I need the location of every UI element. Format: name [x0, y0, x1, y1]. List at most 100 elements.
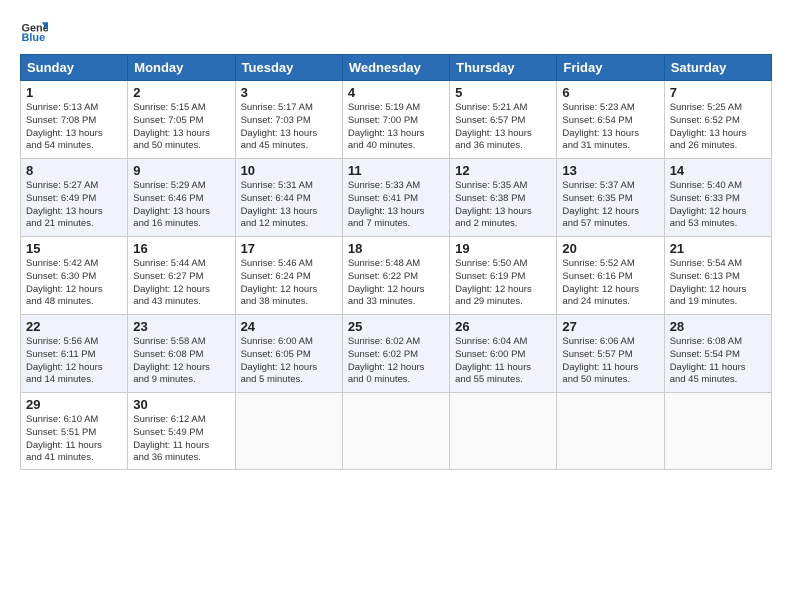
calendar-cell: 26Sunrise: 6:04 AMSunset: 6:00 PMDayligh… — [450, 315, 557, 393]
day-number: 29 — [26, 397, 122, 412]
day-info: Sunrise: 5:50 AMSunset: 6:19 PMDaylight:… — [455, 258, 532, 307]
calendar-cell: 14 Sunrise: 5:40 AMSunset: 6:33 PMDayligh… — [664, 159, 771, 237]
day-info: Sunrise: 5:40 AMSunset: 6:33 PMDaylight:… — [670, 180, 747, 229]
calendar-cell: 8Sunrise: 5:27 AMSunset: 6:49 PMDaylight… — [21, 159, 128, 237]
day-info: Sunrise: 6:12 AMSunset: 5:49 PMDaylight:… — [133, 414, 209, 463]
day-number: 4 — [348, 85, 444, 100]
logo: General Blue — [20, 16, 48, 44]
col-header-saturday: Saturday — [664, 55, 771, 81]
calendar-week-2: 8Sunrise: 5:27 AMSunset: 6:49 PMDaylight… — [21, 159, 772, 237]
day-info: Sunrise: 5:15 AMSunset: 7:05 PMDaylight:… — [133, 102, 210, 151]
calendar-week-3: 15 Sunrise: 5:42 AMSunset: 6:30 PMDayligh… — [21, 237, 772, 315]
calendar-cell: 13 Sunrise: 5:37 AMSunset: 6:35 PMDayligh… — [557, 159, 664, 237]
day-info: Sunrise: 5:19 AMSunset: 7:00 PMDaylight:… — [348, 102, 425, 151]
day-number: 19 — [455, 241, 551, 256]
calendar-cell: 10 Sunrise: 5:31 AMSunset: 6:44 PMDayligh… — [235, 159, 342, 237]
col-header-sunday: Sunday — [21, 55, 128, 81]
day-number: 25 — [348, 319, 444, 334]
calendar-cell: 17 Sunrise: 5:46 AMSunset: 6:24 PMDayligh… — [235, 237, 342, 315]
calendar-cell: 28 Sunrise: 6:08 AMSunset: 5:54 PMDayligh… — [664, 315, 771, 393]
day-info: Sunrise: 6:00 AMSunset: 6:05 PMDaylight:… — [241, 336, 318, 385]
day-info: Sunrise: 6:10 AMSunset: 5:51 PMDaylight:… — [26, 414, 102, 463]
day-info: Sunrise: 5:13 AMSunset: 7:08 PMDaylight:… — [26, 102, 103, 151]
svg-text:Blue: Blue — [22, 32, 46, 44]
calendar-cell: 7 Sunrise: 5:25 AMSunset: 6:52 PMDaylight… — [664, 81, 771, 159]
logo-icon: General Blue — [20, 16, 48, 44]
day-info: Sunrise: 5:42 AMSunset: 6:30 PMDaylight:… — [26, 258, 103, 307]
calendar-cell: 6 Sunrise: 5:23 AMSunset: 6:54 PMDaylight… — [557, 81, 664, 159]
day-info: Sunrise: 6:08 AMSunset: 5:54 PMDaylight:… — [670, 336, 746, 385]
day-info: Sunrise: 5:17 AMSunset: 7:03 PMDaylight:… — [241, 102, 318, 151]
calendar-table: SundayMondayTuesdayWednesdayThursdayFrid… — [20, 54, 772, 470]
day-number: 2 — [133, 85, 229, 100]
day-number: 16 — [133, 241, 229, 256]
calendar-cell: 22Sunrise: 5:56 AMSunset: 6:11 PMDayligh… — [21, 315, 128, 393]
day-number: 28 — [670, 319, 766, 334]
day-number: 13 — [562, 163, 658, 178]
day-info: Sunrise: 5:46 AMSunset: 6:24 PMDaylight:… — [241, 258, 318, 307]
calendar-cell: 18Sunrise: 5:48 AMSunset: 6:22 PMDayligh… — [342, 237, 449, 315]
calendar-cell: 16 Sunrise: 5:44 AMSunset: 6:27 PMDayligh… — [128, 237, 235, 315]
calendar-cell: 12 Sunrise: 5:35 AMSunset: 6:38 PMDayligh… — [450, 159, 557, 237]
day-info: Sunrise: 5:31 AMSunset: 6:44 PMDaylight:… — [241, 180, 318, 229]
day-number: 15 — [26, 241, 122, 256]
day-number: 9 — [133, 163, 229, 178]
day-info: Sunrise: 5:54 AMSunset: 6:13 PMDaylight:… — [670, 258, 747, 307]
calendar-header-row: SundayMondayTuesdayWednesdayThursdayFrid… — [21, 55, 772, 81]
day-number: 14 — [670, 163, 766, 178]
day-info: Sunrise: 5:29 AMSunset: 6:46 PMDaylight:… — [133, 180, 210, 229]
calendar-body: 1 Sunrise: 5:13 AMSunset: 7:08 PMDaylight… — [21, 81, 772, 470]
day-number: 17 — [241, 241, 337, 256]
day-info: Sunrise: 5:21 AMSunset: 6:57 PMDaylight:… — [455, 102, 532, 151]
calendar-week-1: 1 Sunrise: 5:13 AMSunset: 7:08 PMDaylight… — [21, 81, 772, 159]
day-info: Sunrise: 5:25 AMSunset: 6:52 PMDaylight:… — [670, 102, 747, 151]
day-number: 10 — [241, 163, 337, 178]
calendar-cell: 11 Sunrise: 5:33 AMSunset: 6:41 PMDayligh… — [342, 159, 449, 237]
day-number: 23 — [133, 319, 229, 334]
day-number: 27 — [562, 319, 658, 334]
col-header-friday: Friday — [557, 55, 664, 81]
day-info: Sunrise: 5:35 AMSunset: 6:38 PMDaylight:… — [455, 180, 532, 229]
calendar-cell: 20Sunrise: 5:52 AMSunset: 6:16 PMDayligh… — [557, 237, 664, 315]
calendar-cell — [342, 393, 449, 470]
calendar-cell: 2 Sunrise: 5:15 AMSunset: 7:05 PMDaylight… — [128, 81, 235, 159]
day-number: 8 — [26, 163, 122, 178]
day-number: 24 — [241, 319, 337, 334]
day-number: 18 — [348, 241, 444, 256]
calendar-cell: 9 Sunrise: 5:29 AMSunset: 6:46 PMDaylight… — [128, 159, 235, 237]
day-info: Sunrise: 5:33 AMSunset: 6:41 PMDaylight:… — [348, 180, 425, 229]
calendar-cell: 1 Sunrise: 5:13 AMSunset: 7:08 PMDaylight… — [21, 81, 128, 159]
col-header-thursday: Thursday — [450, 55, 557, 81]
calendar-cell: 29 Sunrise: 6:10 AMSunset: 5:51 PMDayligh… — [21, 393, 128, 470]
day-number: 20 — [562, 241, 658, 256]
day-info: Sunrise: 5:23 AMSunset: 6:54 PMDaylight:… — [562, 102, 639, 151]
day-info: Sunrise: 5:56 AMSunset: 6:11 PMDaylight:… — [26, 336, 103, 385]
day-number: 1 — [26, 85, 122, 100]
day-number: 7 — [670, 85, 766, 100]
calendar-cell: 21Sunrise: 5:54 AMSunset: 6:13 PMDayligh… — [664, 237, 771, 315]
calendar-cell — [664, 393, 771, 470]
day-info: Sunrise: 5:44 AMSunset: 6:27 PMDaylight:… — [133, 258, 210, 307]
calendar-cell: 24 Sunrise: 6:00 AMSunset: 6:05 PMDayligh… — [235, 315, 342, 393]
calendar-cell — [450, 393, 557, 470]
calendar-cell — [557, 393, 664, 470]
col-header-tuesday: Tuesday — [235, 55, 342, 81]
day-info: Sunrise: 5:58 AMSunset: 6:08 PMDaylight:… — [133, 336, 210, 385]
day-number: 6 — [562, 85, 658, 100]
day-info: Sunrise: 6:04 AMSunset: 6:00 PMDaylight:… — [455, 336, 531, 385]
day-number: 30 — [133, 397, 229, 412]
calendar-cell: 5Sunrise: 5:21 AMSunset: 6:57 PMDaylight… — [450, 81, 557, 159]
calendar-cell: 15 Sunrise: 5:42 AMSunset: 6:30 PMDayligh… — [21, 237, 128, 315]
calendar-cell — [235, 393, 342, 470]
calendar-cell: 4 Sunrise: 5:19 AMSunset: 7:00 PMDaylight… — [342, 81, 449, 159]
calendar-week-5: 29 Sunrise: 6:10 AMSunset: 5:51 PMDayligh… — [21, 393, 772, 470]
calendar-cell: 23 Sunrise: 5:58 AMSunset: 6:08 PMDayligh… — [128, 315, 235, 393]
col-header-monday: Monday — [128, 55, 235, 81]
calendar-cell: 30 Sunrise: 6:12 AMSunset: 5:49 PMDayligh… — [128, 393, 235, 470]
calendar-week-4: 22Sunrise: 5:56 AMSunset: 6:11 PMDayligh… — [21, 315, 772, 393]
calendar-cell: 3Sunrise: 5:17 AMSunset: 7:03 PMDaylight… — [235, 81, 342, 159]
page-header: General Blue — [20, 16, 772, 44]
day-info: Sunrise: 5:37 AMSunset: 6:35 PMDaylight:… — [562, 180, 639, 229]
day-number: 12 — [455, 163, 551, 178]
day-number: 11 — [348, 163, 444, 178]
